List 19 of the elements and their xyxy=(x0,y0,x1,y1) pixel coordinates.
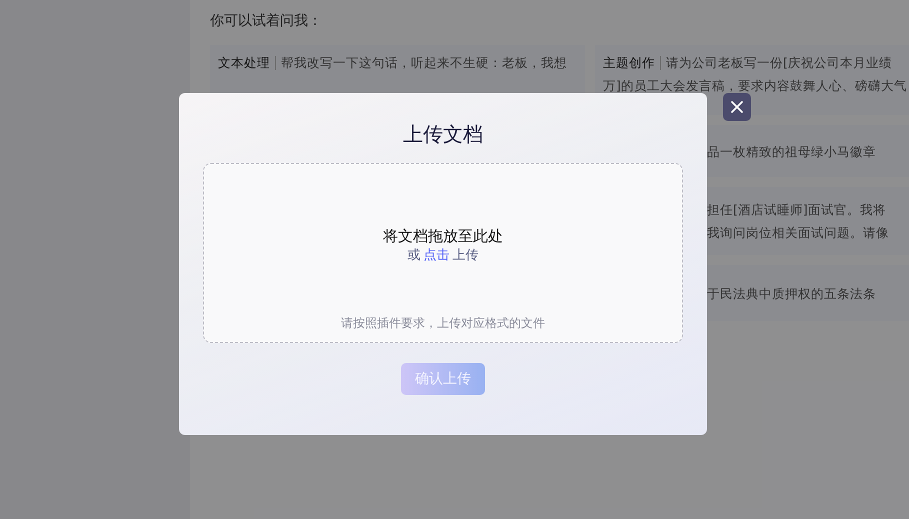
card-text: 担任[酒店试睡师]面试官。我将 xyxy=(707,201,886,219)
close-icon xyxy=(730,100,744,114)
or-text: 或 xyxy=(408,247,420,265)
card-category: 主题创作 xyxy=(603,56,661,70)
card-text: 我询问岗位相关面试问题。请像 xyxy=(707,224,889,242)
card-text: 请为公司老板写一份[庆祝公司本月业绩 xyxy=(666,54,892,72)
card-text: 品一枚精致的祖母绿小马徽章 xyxy=(707,142,876,160)
dialog-title: 上传文档 xyxy=(403,121,483,148)
drop-prompt: 将文档拖放至此处 xyxy=(383,226,503,246)
card-text: 帮我改写一下这句话，听起来不生硬：老板，我想 xyxy=(281,54,567,72)
format-hint: 请按照插件要求，上传对应格式的文件 xyxy=(341,315,545,331)
card-text: 万]的员工大会发言稿，要求内容鼓舞人心、磅礴大气 xyxy=(603,77,907,95)
close-button[interactable] xyxy=(723,93,751,121)
card-text: 于民法典中质押权的五条法条 xyxy=(707,284,876,302)
upload-text: 上传 xyxy=(452,247,478,265)
card-category: 文本处理 xyxy=(218,56,276,70)
drop-zone[interactable]: 将文档拖放至此处 或 点击 上传 请按照插件要求，上传对应格式的文件 xyxy=(203,163,683,343)
suggestion-heading: 你可以试着问我： xyxy=(210,12,323,31)
click-upload-link[interactable]: 点击 xyxy=(424,246,450,266)
